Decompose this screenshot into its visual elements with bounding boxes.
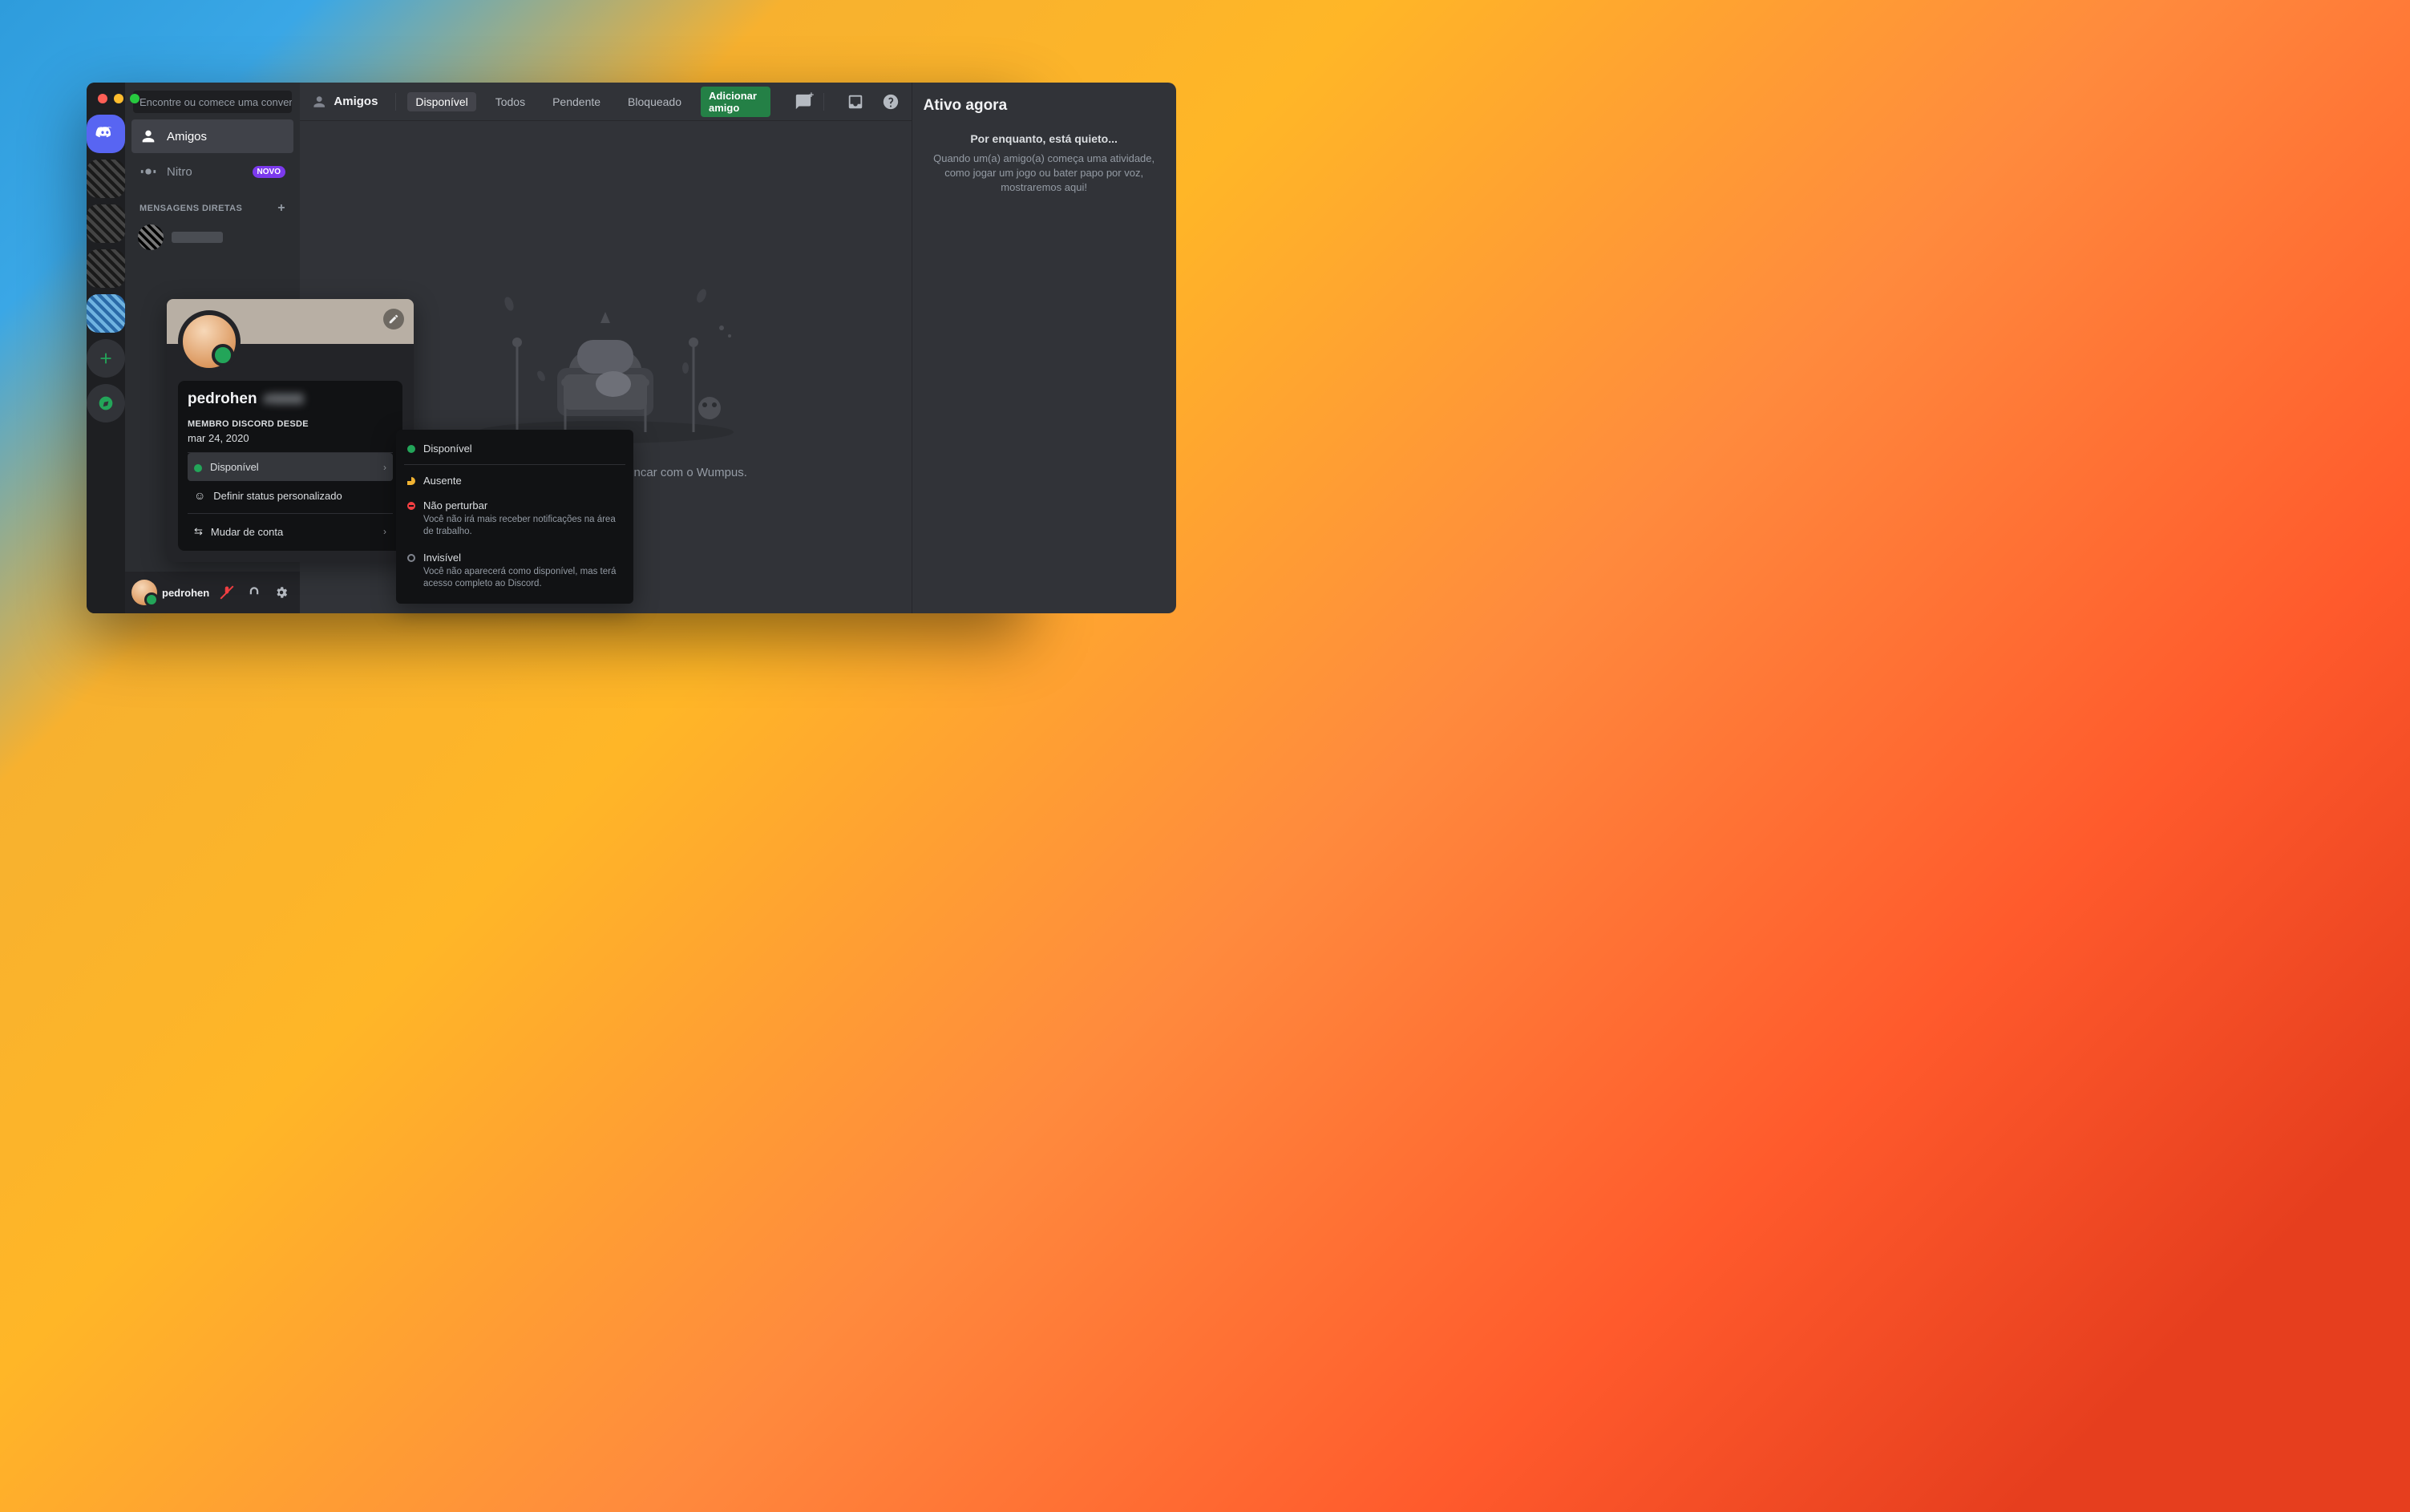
online-status-dot-icon [194, 464, 202, 472]
window-traffic-lights [98, 94, 140, 103]
server-item[interactable] [87, 249, 125, 288]
server-item[interactable] [87, 294, 125, 333]
active-now-title: Ativo agora [924, 97, 1165, 115]
active-now-body: Quando um(a) amigo(a) começa uma ativida… [924, 152, 1165, 196]
tab-blocked[interactable]: Bloqueado [620, 92, 689, 111]
find-conversation-input[interactable]: Encontre ou comece uma conver... [133, 91, 292, 113]
server-item[interactable] [87, 160, 125, 198]
status-row[interactable]: Disponível › [188, 453, 393, 481]
profile-popout: pedrohen #0000 MEMBRO DISCORD DESDE mar … [167, 299, 414, 562]
switch-account-row[interactable]: ⇆ Mudar de conta › [188, 517, 393, 546]
friends-nav[interactable]: Amigos [131, 119, 293, 153]
dnd-dot-icon [407, 502, 415, 510]
nitro-new-badge: NOVO [253, 166, 285, 178]
help-icon[interactable] [882, 92, 900, 111]
add-friend-button[interactable]: Adicionar amigo [701, 87, 770, 117]
invisible-dot-icon [407, 554, 415, 562]
create-dm-button[interactable]: + [277, 201, 285, 216]
divider [823, 93, 824, 111]
divider [404, 464, 625, 465]
deafen-button[interactable] [242, 580, 266, 604]
divider [188, 513, 393, 514]
friends-tabs: Disponível Todos Pendente Bloqueado Adic… [407, 87, 770, 117]
add-server-button[interactable] [87, 339, 125, 378]
server-list [87, 83, 125, 613]
chevron-right-icon: › [383, 462, 386, 473]
status-option-dnd[interactable]: Não perturbar Você não irá mais receber … [396, 493, 633, 545]
mute-mic-button[interactable] [215, 580, 239, 604]
active-now-panel: Ativo agora Por enquanto, está quieto...… [912, 83, 1176, 613]
tab-all[interactable]: Todos [487, 92, 533, 111]
swap-icon: ⇆ [194, 525, 203, 538]
dm-name-redacted [172, 232, 223, 243]
minimize-window-button[interactable] [114, 94, 123, 103]
member-since-date: mar 24, 2020 [188, 432, 393, 453]
custom-status-row[interactable]: ☺ Definir status personalizado [188, 481, 393, 510]
inbox-icon[interactable] [847, 92, 864, 111]
profile-avatar [178, 310, 241, 373]
friends-topbar: Amigos Disponível Todos Pendente Bloquea… [300, 83, 912, 121]
active-now-subtitle: Por enquanto, está quieto... [924, 132, 1165, 145]
explore-servers-button[interactable] [87, 384, 125, 422]
dm-item[interactable] [131, 220, 293, 254]
idle-moon-icon [407, 477, 415, 485]
new-group-dm-icon[interactable]: + [795, 92, 812, 111]
user-bar[interactable]: pedrohen [125, 572, 300, 613]
user-avatar[interactable] [131, 580, 157, 605]
settings-button[interactable] [269, 580, 293, 604]
friends-title: Amigos [334, 95, 378, 108]
profile-card: pedrohen #0000 MEMBRO DISCORD DESDE mar … [178, 381, 402, 551]
friend-icon [311, 93, 327, 111]
profile-tag-blurred: #0000 [264, 391, 304, 408]
status-option-invisible[interactable]: Invisível Você não aparecerá como dispon… [396, 545, 633, 597]
status-submenu: Disponível Ausente Não perturbar Você nã… [396, 430, 633, 604]
divider [395, 93, 396, 111]
nitro-nav-label: Nitro [167, 165, 192, 179]
online-dot-icon [407, 445, 415, 453]
dm-sidebar: Encontre ou comece uma conver... Amigos … [125, 83, 300, 613]
chevron-right-icon: › [383, 526, 386, 537]
current-status-label: Disponível [210, 461, 259, 473]
server-item[interactable] [87, 204, 125, 243]
friends-nav-label: Amigos [167, 130, 207, 144]
tab-online[interactable]: Disponível [407, 92, 475, 111]
smile-icon: ☺ [194, 489, 205, 502]
close-window-button[interactable] [98, 94, 107, 103]
member-since-label: MEMBRO DISCORD DESDE [188, 419, 393, 429]
profile-username: pedrohen #0000 [188, 390, 393, 408]
nitro-nav[interactable]: Nitro NOVO [131, 155, 293, 188]
home-button[interactable] [87, 115, 125, 153]
dm-section-header: MENSAGENS DIRETAS + [140, 201, 285, 216]
user-name: pedrohen [162, 587, 210, 599]
wumpus-illustration [453, 256, 758, 448]
tab-pending[interactable]: Pendente [544, 92, 609, 111]
avatar [138, 224, 164, 250]
edit-profile-button[interactable] [383, 309, 404, 329]
status-option-idle[interactable]: Ausente [396, 468, 633, 493]
discord-window: Encontre ou comece uma conver... Amigos … [87, 83, 1026, 613]
status-option-online[interactable]: Disponível [396, 436, 633, 461]
maximize-window-button[interactable] [130, 94, 140, 103]
